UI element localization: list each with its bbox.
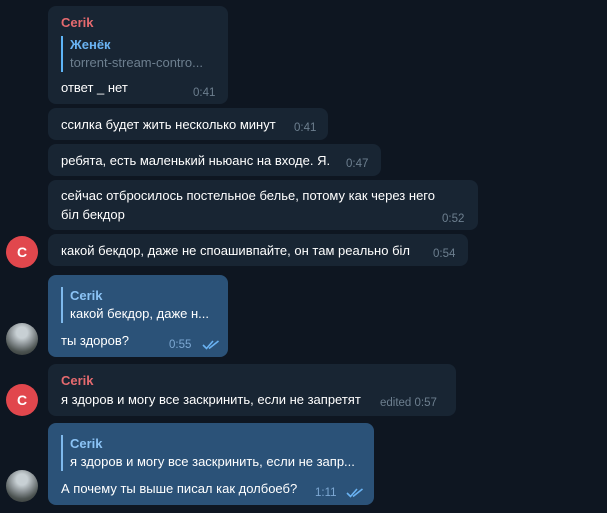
message-text: какой бекдор, даже не споашивпайте, он т… — [61, 243, 410, 258]
reply-sender-name: Женёк — [70, 37, 111, 52]
message-text-line-2: біл бекдор — [61, 207, 125, 222]
double-check-icon — [202, 340, 219, 350]
message-text: я здоров и могу все заскринить, если не … — [61, 392, 361, 407]
message-bubble[interactable]: Cerik я здоров и могу все заскринить, ес… — [48, 364, 456, 416]
message-bubble[interactable]: ребята, есть маленький ньюанс на входе. … — [48, 144, 381, 176]
message-text: А почему ты выше писал как долбоеб? — [61, 481, 298, 496]
message-text-line-1: сейчас отбросилось постельное белье, пот… — [61, 188, 435, 203]
reply-sender-name: Cerik — [70, 436, 103, 451]
message-text: ребята, есть маленький ньюанс на входе. … — [61, 153, 331, 168]
message-time: 0:47 — [346, 158, 369, 170]
message-time: 0:41 — [294, 122, 317, 134]
message-text: ты здоров? — [61, 333, 129, 348]
message-time: edited 0:57 — [380, 397, 437, 409]
message-text: ссилка будет жить несколько минут — [61, 117, 276, 132]
message-time: 0:54 — [433, 248, 456, 260]
message-bubble[interactable]: Cerik я здоров и могу все заскринить, ес… — [48, 423, 374, 505]
avatar[interactable] — [6, 323, 38, 355]
reply-quote[interactable]: Cerik какой бекдор, даже н... — [61, 287, 225, 323]
reply-text: я здоров и могу все заскринить, если не … — [70, 454, 355, 469]
avatar[interactable]: C — [6, 236, 38, 268]
message-bubble[interactable]: сейчас отбросилось постельное белье, пот… — [48, 180, 478, 230]
reply-quote[interactable]: Женёк torrent-stream-contro... — [61, 36, 220, 72]
avatar[interactable]: C — [6, 384, 38, 416]
sender-name[interactable]: Cerik — [61, 373, 94, 388]
message-time: 1:11 — [315, 487, 337, 499]
message-bubble[interactable]: ссилка будет жить несколько минут 0:41 — [48, 108, 328, 140]
sender-name[interactable]: Cerik — [61, 15, 94, 30]
message-bubble[interactable]: Cerik Женёк torrent-stream-contro... отв… — [48, 6, 228, 104]
reply-text: какой бекдор, даже н... — [70, 306, 209, 321]
double-check-icon — [346, 488, 363, 498]
message-time: 0:41 — [193, 87, 216, 99]
message-bubble[interactable]: какой бекдор, даже не споашивпайте, он т… — [48, 234, 468, 266]
reply-sender-name: Cerik — [70, 288, 103, 303]
message-time: 0:52 — [442, 213, 465, 225]
message-bubble[interactable]: Cerik какой бекдор, даже н... ты здоров?… — [48, 275, 228, 357]
reply-text: torrent-stream-contro... — [70, 55, 203, 70]
avatar[interactable] — [6, 470, 38, 502]
message-time: 0:55 — [169, 339, 192, 351]
message-text: ответ _ нет — [61, 80, 128, 95]
reply-quote[interactable]: Cerik я здоров и могу все заскринить, ес… — [61, 435, 370, 471]
